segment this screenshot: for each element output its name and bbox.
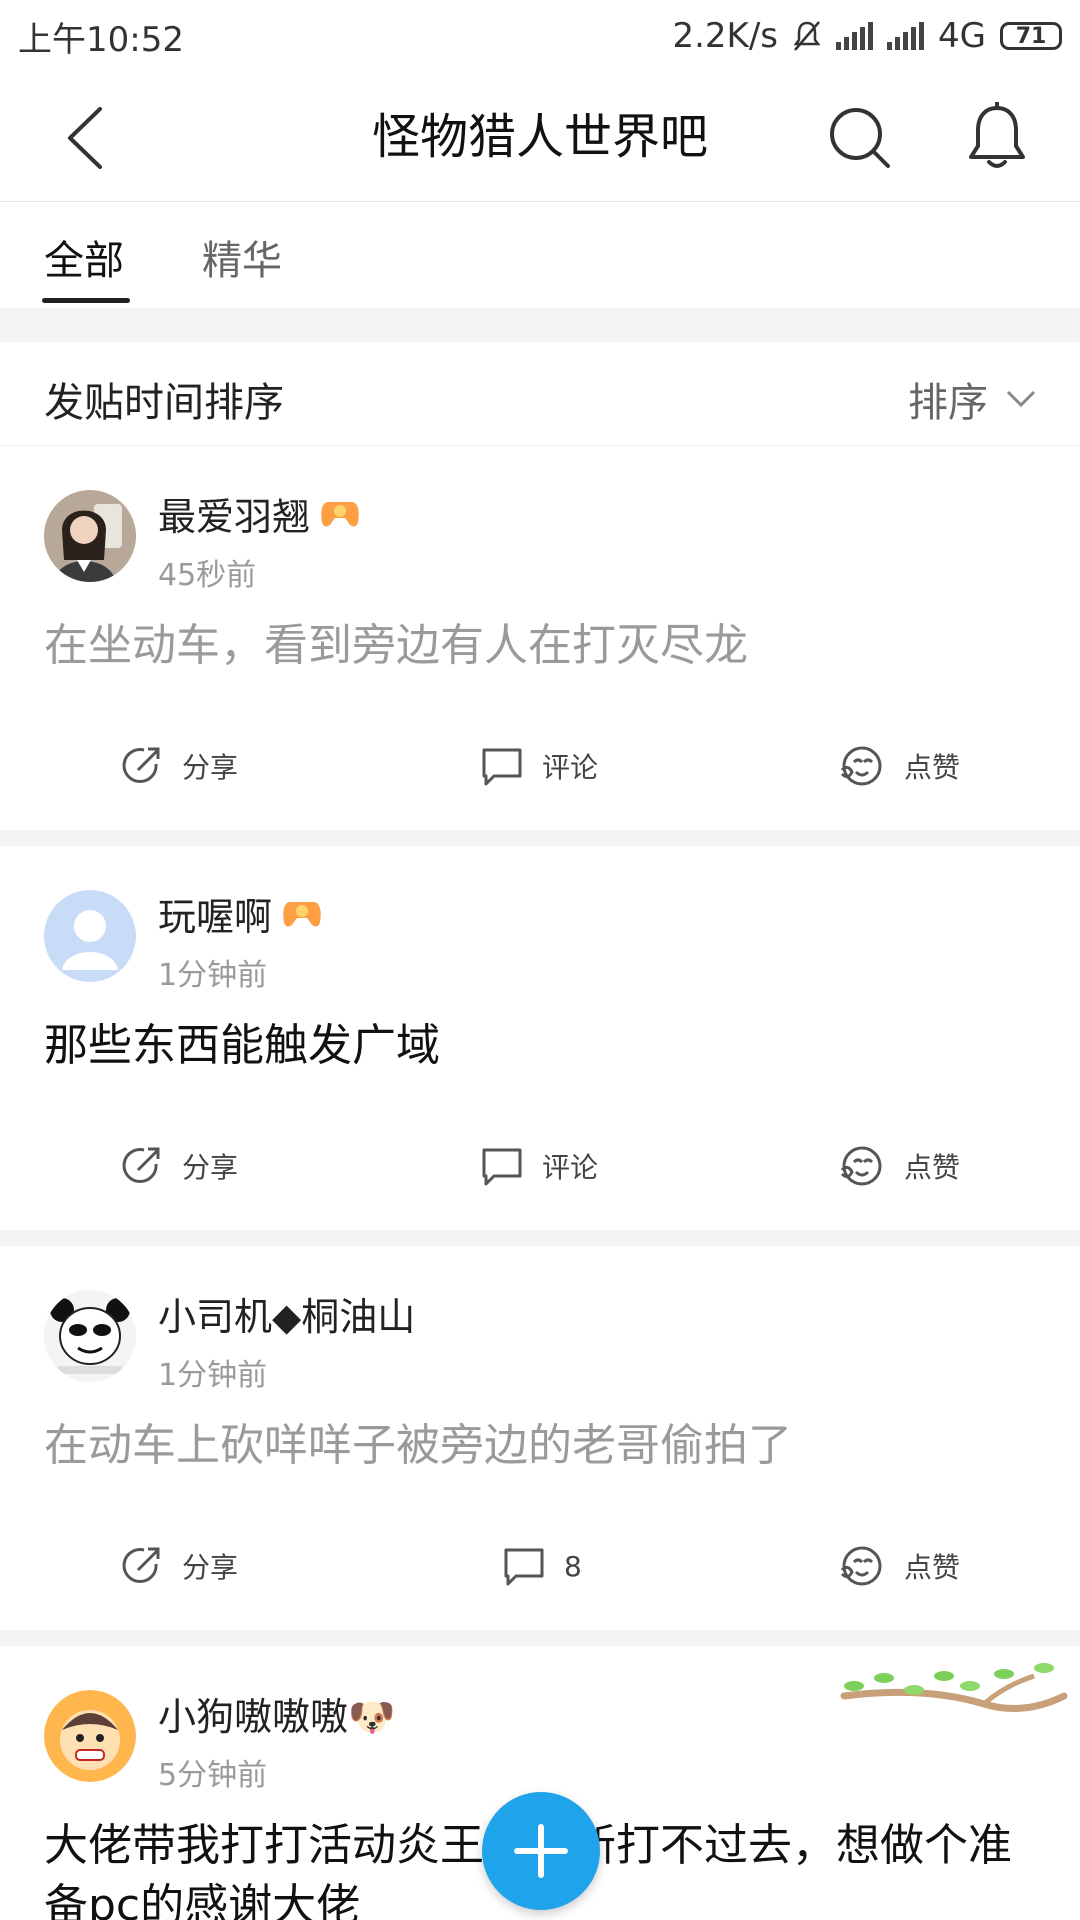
comment-button[interactable]: 评论 (480, 1144, 598, 1188)
post-content[interactable]: 在动车上砍咩咩子被旁边的老哥偷拍了 (44, 1416, 1036, 1476)
comment-icon (482, 1148, 522, 1186)
avatar[interactable] (44, 1290, 136, 1382)
status-icons: 2.2K/s 4G 71 (672, 16, 1062, 56)
post-time: 5分钟前 (158, 1758, 268, 1793)
share-label: 分享 (182, 751, 239, 784)
nav-bar: 怪物猎人世界吧 (0, 72, 1080, 202)
mute-bell-icon (793, 21, 821, 51)
avatar[interactable] (44, 890, 136, 982)
signal-icon-2 (887, 22, 925, 50)
post-content[interactable]: 那些东西能触发广域 (44, 1016, 1036, 1076)
post-time: 1分钟前 (158, 1358, 268, 1393)
post-time: 1分钟前 (158, 958, 268, 993)
chevron-down-icon (1006, 390, 1036, 408)
like-button[interactable]: 点赞 (838, 1144, 960, 1188)
username[interactable]: 小狗嗷嗷嗷🐶 (158, 1686, 395, 1741)
comment-icon (482, 748, 522, 786)
branch-decoration-icon (840, 1663, 1068, 1712)
network-speed: 2.2K/s (672, 16, 779, 56)
post-content[interactable]: 在坐动车，看到旁边有人在打灭尽龙 (44, 616, 1036, 676)
comment-icon (504, 1548, 544, 1586)
post-item[interactable]: 玩喔啊 1分钟前 那些东西能触发广域 分享 评论 点赞 (0, 846, 1080, 1230)
post-item[interactable]: 最爱羽翘 45秒前 在坐动车，看到旁边有人在打灭尽龙 分享 评论 点赞 (0, 446, 1080, 830)
network-type: 4G (938, 16, 986, 56)
share-icon (122, 1547, 160, 1583)
like-label: 点赞 (904, 1151, 961, 1184)
gamepad-badge-icon (283, 901, 321, 926)
username-text: 最爱羽翘 (158, 495, 311, 539)
post-actions: 分享 评论 点赞 (0, 744, 1080, 804)
bell-icon[interactable] (966, 102, 1028, 172)
share-button[interactable]: 分享 (120, 1144, 238, 1188)
like-button[interactable]: 点赞 (838, 744, 960, 788)
post-time: 45秒前 (158, 558, 257, 593)
search-icon[interactable] (828, 106, 892, 170)
battery-level: 71 (1015, 23, 1047, 49)
gamepad-badge-icon (321, 501, 359, 526)
post-actions: 分享 8 点赞 (0, 1544, 1080, 1604)
like-icon (840, 1146, 882, 1186)
username-text: 小司机◆桐油山 (158, 1295, 416, 1339)
comment-count: 8 (564, 1549, 582, 1583)
sort-title: 发贴时间排序 (44, 380, 284, 426)
tab-featured[interactable]: 精华 (202, 228, 282, 286)
share-button[interactable]: 分享 (120, 744, 238, 788)
username-text: 玩喔啊 (158, 895, 273, 939)
username[interactable]: 小司机◆桐油山 (158, 1286, 415, 1341)
post-item[interactable]: 小司机◆桐油山 1分钟前 在动车上砍咩咩子被旁边的老哥偷拍了 分享 8 点赞 (0, 1246, 1080, 1630)
username[interactable]: 玩喔啊 (158, 886, 322, 941)
new-post-button[interactable] (482, 1792, 600, 1910)
status-bar: 上午10:52 2.2K/s 4G 71 (0, 0, 1080, 72)
tab-all[interactable]: 全部 (44, 228, 124, 286)
comment-label: 评论 (542, 751, 599, 784)
share-icon (122, 747, 160, 783)
signal-icon (836, 22, 874, 50)
like-label: 点赞 (904, 751, 961, 784)
tab-bar: 全部 精华 (0, 202, 1080, 308)
page-title: 怪物猎人世界吧 (371, 109, 708, 165)
comment-button[interactable]: 8 (502, 1544, 582, 1588)
avatar[interactable] (44, 490, 136, 582)
sort-button-label: 排序 (908, 380, 988, 426)
sort-bar: 发贴时间排序 排序 (0, 342, 1080, 446)
comment-button[interactable]: 评论 (480, 744, 598, 788)
comment-label: 评论 (542, 1151, 599, 1184)
like-button[interactable]: 点赞 (838, 1544, 960, 1588)
plus-icon (514, 1824, 568, 1878)
share-button[interactable]: 分享 (120, 1544, 238, 1588)
share-icon (122, 1147, 160, 1183)
tab-active-indicator (42, 298, 130, 303)
avatar[interactable] (44, 1690, 136, 1782)
battery-icon: 71 (1000, 22, 1062, 50)
like-icon (840, 1546, 882, 1586)
sort-button[interactable]: 排序 (908, 370, 1036, 428)
share-label: 分享 (182, 1551, 239, 1584)
like-icon (840, 746, 882, 786)
share-label: 分享 (182, 1151, 239, 1184)
like-label: 点赞 (904, 1551, 961, 1584)
status-time: 上午10:52 (18, 19, 184, 60)
post-actions: 分享 评论 点赞 (0, 1144, 1080, 1204)
username-text: 小狗嗷嗷嗷🐶 (158, 1695, 396, 1739)
username[interactable]: 最爱羽翘 (158, 486, 360, 541)
